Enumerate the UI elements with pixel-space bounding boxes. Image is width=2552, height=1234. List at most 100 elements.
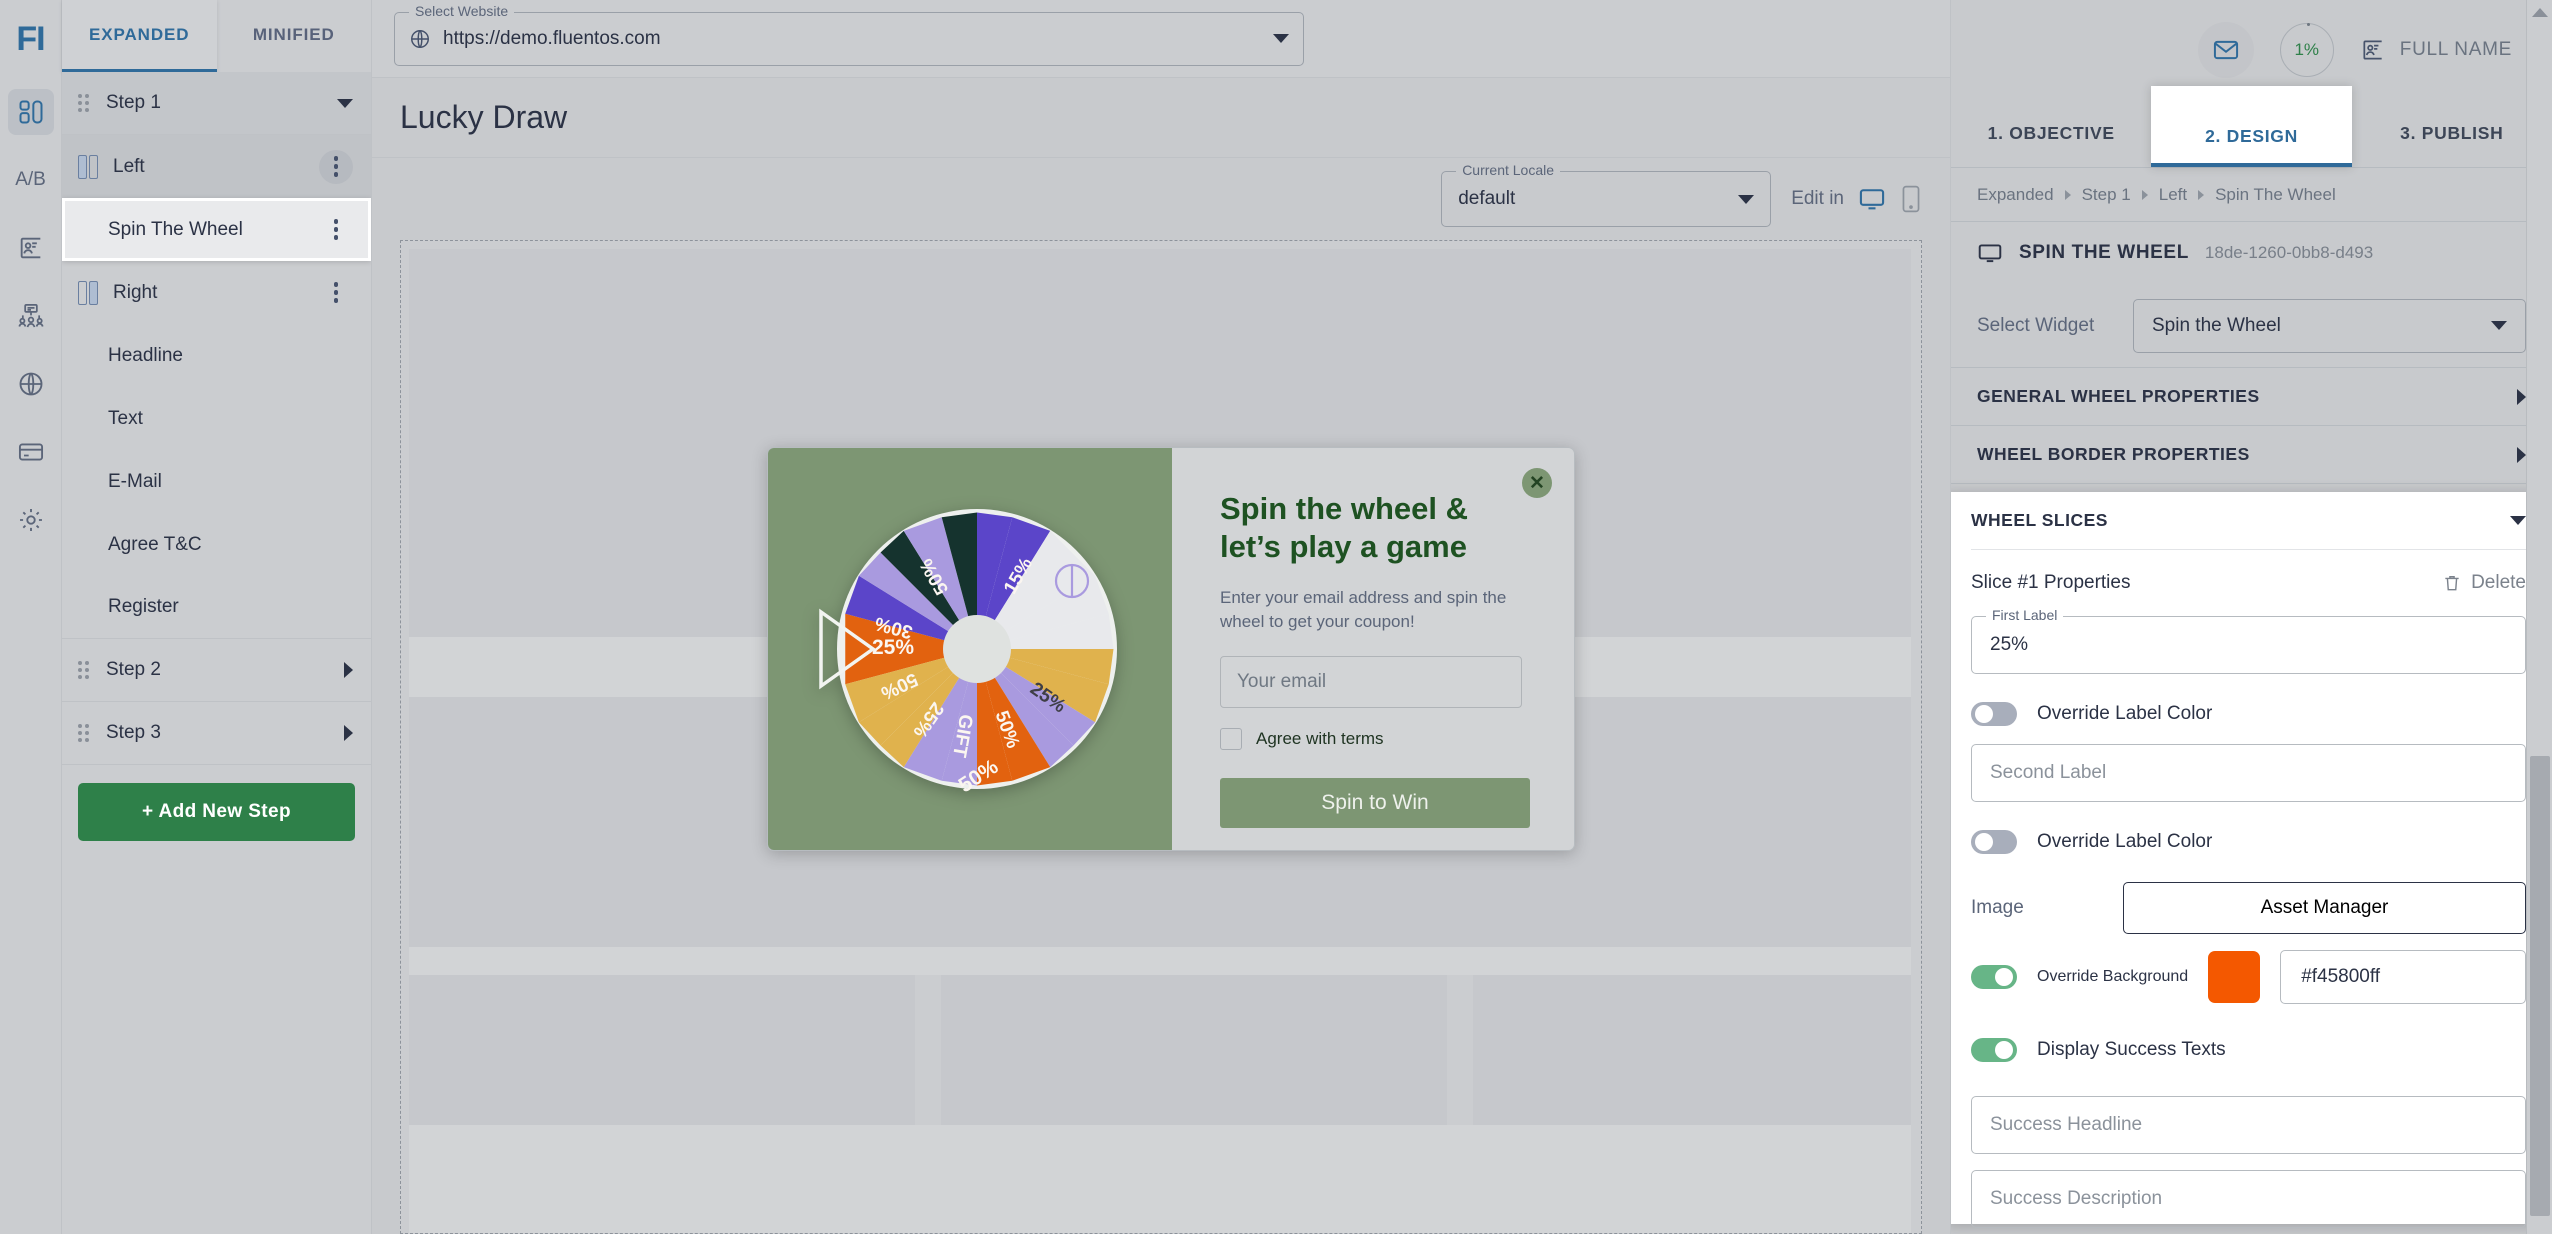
chevron-down-icon[interactable] — [2510, 516, 2526, 525]
trash-icon — [2442, 573, 2462, 593]
accordion-wheel-slices-header[interactable]: WHEEL SLICES — [1971, 492, 2526, 550]
chevron-down-icon[interactable] — [1273, 34, 1289, 43]
drag-handle-icon[interactable] — [78, 724, 94, 742]
breadcrumb-item[interactable]: Expanded — [1977, 185, 2054, 205]
properties-panel: 1% FULL NAME 1. OBJECTIVE 2. DESIGN 3. P… — [1950, 0, 2552, 1234]
tree-item-left[interactable]: Left — [62, 135, 371, 198]
credit-card-icon[interactable] — [8, 429, 54, 475]
breadcrumb-item[interactable]: Left — [2159, 185, 2187, 205]
breadcrumb-separator-icon — [2064, 189, 2071, 200]
agree-terms-checkbox[interactable] — [1220, 727, 1242, 750]
popup-preview[interactable]: 25% 15% 50% 30% 50% 25% 50% GIFT 25% 50%… — [767, 447, 1575, 851]
scroll-up-arrow-icon[interactable] — [2531, 8, 2548, 17]
columns-icon — [78, 280, 100, 305]
tree-item-step-3[interactable]: Step 3 — [62, 702, 371, 765]
tree-item-agree-tc[interactable]: Agree T&C — [62, 513, 371, 576]
canvas-block — [1473, 975, 1911, 1125]
success-description-input[interactable]: Success Description — [1971, 1170, 2526, 1228]
tab-design[interactable]: 2. DESIGN — [2151, 86, 2352, 167]
asset-manager-button[interactable]: Asset Manager — [2123, 882, 2526, 934]
page-title: Lucky Draw — [400, 99, 568, 135]
chevron-right-icon[interactable] — [344, 725, 353, 741]
chevron-right-icon[interactable] — [2517, 388, 2526, 405]
tree-item-headline[interactable]: Headline — [62, 324, 371, 387]
accordion-wheel-border-properties[interactable]: WHEEL BORDER PROPERTIES — [1951, 426, 2552, 484]
chevron-down-icon[interactable] — [2491, 321, 2507, 330]
row-menu-icon[interactable] — [319, 213, 353, 247]
tree-item-email[interactable]: E-Mail — [62, 450, 371, 513]
row-menu-icon[interactable] — [319, 149, 353, 184]
tree-item-step-1[interactable]: Step 1 — [62, 72, 371, 135]
website-selector[interactable]: Select Website https://demo.fluentos.com — [394, 2, 1304, 66]
chevron-right-icon[interactable] — [2517, 446, 2526, 463]
tree-item-register[interactable]: Register — [62, 576, 371, 639]
second-label-input[interactable]: Second Label — [1971, 744, 2526, 802]
app-logo[interactable]: FI — [0, 0, 61, 78]
user-menu[interactable]: FULL NAME — [2360, 37, 2512, 63]
preview-canvas[interactable]: 25% 15% 50% 30% 50% 25% 50% GIFT 25% 50%… — [400, 240, 1922, 1234]
image-row: Image Asset Manager — [1971, 872, 2526, 944]
tree-item-right[interactable]: Right — [62, 261, 371, 324]
mobile-icon[interactable] — [1900, 185, 1922, 213]
override-label-color-2-toggle[interactable] — [1971, 830, 2017, 854]
select-widget-dropdown[interactable]: Spin the Wheel — [2133, 298, 2526, 353]
chevron-down-icon[interactable] — [337, 98, 353, 108]
tab-minified[interactable]: MINIFIED — [217, 0, 372, 72]
tree-item-spin-the-wheel[interactable]: Spin The Wheel — [62, 198, 371, 261]
spin-to-win-button[interactable]: Spin to Win — [1220, 777, 1530, 828]
tab-publish[interactable]: 3. PUBLISH — [2352, 100, 2552, 167]
contact-card-icon — [2360, 37, 2386, 63]
first-label-value: 25% — [1990, 634, 2029, 655]
ab-test-icon[interactable]: A/B — [8, 157, 54, 203]
success-description-placeholder: Success Description — [1990, 1188, 2163, 1209]
widget-title: SPIN THE WHEEL — [2019, 242, 2189, 263]
contact-card-icon[interactable] — [8, 225, 54, 271]
popup-right-column[interactable]: ✕ Spin the wheel & let’s play a game Ent… — [1172, 448, 1574, 850]
drag-handle-icon[interactable] — [78, 661, 94, 679]
progress-ring[interactable]: 1% — [2279, 23, 2334, 77]
override-label-color-1-toggle[interactable] — [1971, 702, 2017, 726]
background-hex-input[interactable]: #f45800ff — [2280, 950, 2526, 1004]
website-selector-legend: Select Website — [409, 2, 515, 19]
override-background-row: Override Background #f45800ff — [1971, 944, 2526, 1010]
display-success-texts-toggle[interactable] — [1971, 1038, 2017, 1062]
breadcrumb-item[interactable]: Spin The Wheel — [2215, 185, 2336, 205]
success-headline-input[interactable]: Success Headline — [1971, 1096, 2526, 1154]
tab-objective[interactable]: 1. OBJECTIVE — [1951, 100, 2151, 167]
delete-slice-button[interactable]: Delete — [2442, 572, 2526, 594]
globe-icon[interactable] — [8, 361, 54, 407]
background-color-swatch[interactable] — [2208, 951, 2261, 1003]
tree-item-text[interactable]: Text — [62, 387, 371, 450]
page-scrollbar[interactable] — [2526, 0, 2552, 1234]
tree-item-step-2[interactable]: Step 2 — [62, 639, 371, 702]
chevron-right-icon[interactable] — [344, 662, 353, 678]
override-label-color-1-row[interactable]: Override Label Color — [1971, 684, 2526, 744]
row-menu-icon[interactable] — [319, 276, 353, 310]
dashboard-icon[interactable] — [7, 89, 54, 135]
close-icon[interactable]: ✕ — [1522, 468, 1552, 498]
gear-icon[interactable] — [8, 497, 54, 543]
tab-expanded[interactable]: EXPANDED — [62, 0, 217, 72]
locale-selector[interactable]: Current Locale default — [1441, 162, 1772, 227]
override-background-toggle[interactable] — [1971, 965, 2017, 989]
breadcrumb-item[interactable]: Step 1 — [2082, 185, 2131, 205]
chevron-down-icon[interactable] — [1738, 194, 1755, 204]
mail-icon[interactable] — [2197, 22, 2254, 78]
tree-item-label: Headline — [108, 344, 183, 366]
select-widget-label: Select Widget — [1977, 314, 2095, 336]
popup-left-column[interactable]: 25% 15% 50% 30% 50% 25% 50% GIFT 25% 50% — [768, 448, 1172, 850]
drag-handle-icon[interactable] — [78, 94, 94, 112]
canvas-block — [409, 1125, 1911, 1233]
add-new-step-button[interactable]: + Add New Step — [78, 783, 355, 841]
scrollbar-thumb[interactable] — [2530, 756, 2550, 1216]
accordion-general-wheel-properties[interactable]: GENERAL WHEEL PROPERTIES — [1951, 368, 2552, 426]
display-success-texts-row[interactable]: Display Success Texts — [1971, 1020, 2526, 1080]
override-label-color-2-row[interactable]: Override Label Color — [1971, 812, 2526, 872]
email-input[interactable]: Your email — [1220, 655, 1522, 708]
agree-terms-row[interactable]: Agree with terms — [1220, 727, 1536, 750]
first-label-input[interactable]: First Label 25% — [1971, 607, 2526, 674]
website-value: https://demo.fluentos.com — [443, 27, 661, 49]
spin-the-wheel-widget[interactable]: 25% 15% 50% 30% 50% 25% 50% GIFT 25% 50% — [811, 490, 1129, 808]
desktop-icon[interactable] — [1858, 185, 1886, 213]
audience-icon[interactable] — [8, 293, 54, 339]
